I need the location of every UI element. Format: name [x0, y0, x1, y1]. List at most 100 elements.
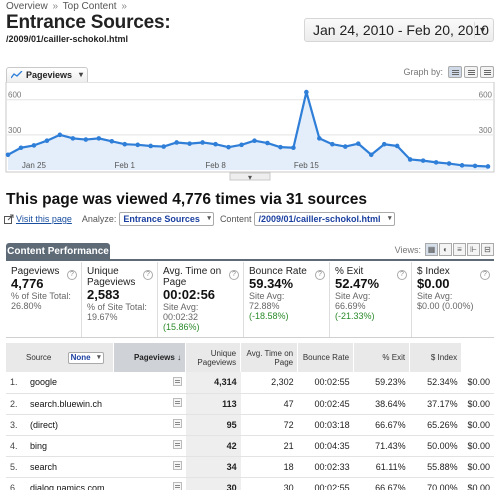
metric-index: $ Index $0.00 Site Avg: $0.00 (0.00%) ? [412, 262, 494, 337]
row-options-icon[interactable] [113, 372, 186, 394]
column-exit[interactable]: % Exit [353, 343, 411, 372]
graph-metric-selector[interactable]: Pageviews ▾ [6, 67, 88, 82]
row-source-link[interactable]: google [26, 372, 114, 394]
table-row[interactable]: 6. dialog.namics.com 30 30 00:02:55 66.67% 70.… [6, 477, 494, 490]
chevron-down-icon[interactable]: ▾ [79, 70, 83, 79]
help-icon[interactable]: ? [480, 270, 490, 280]
date-range-label: Jan 24, 2010 - Feb 20, 2010 [313, 22, 489, 38]
metric-bounce-rate: Bounce Rate 59.34% Site Avg: 72.88% (-18… [244, 262, 330, 337]
tab-content-performance[interactable]: Content Performance [6, 243, 110, 260]
help-icon[interactable]: ? [315, 270, 325, 280]
report-toolbar: Visit this page Analyze: Entrance Source… [4, 211, 496, 227]
metric-unique-pageviews: Unique Pageviews 2,583 % of Site Total: … [82, 262, 158, 337]
column-pageviews[interactable]: Pageviews ↓ [113, 343, 187, 372]
row-options-icon[interactable] [172, 398, 182, 407]
y-tick-label: 300 [479, 126, 493, 135]
graph-by-day-button[interactable] [448, 66, 462, 78]
row-pageviews: 4,314 [185, 372, 241, 394]
row-source-link[interactable]: (direct) [26, 414, 114, 436]
y-tick-label: 300 [8, 126, 22, 135]
sort-arrow-icon: ↓ [177, 353, 182, 362]
row-options-icon[interactable] [113, 393, 186, 415]
metric-exit: % Exit 52.47% Site Avg: 66.69% (-21.33%)… [330, 262, 412, 337]
table-row[interactable]: 3. (direct) 95 72 00:03:18 66.67% 65.26% $0.00 [6, 414, 494, 436]
content-select[interactable]: /2009/01/cailler-schokol.html ▾ [254, 212, 395, 226]
row-source-link[interactable]: search.bluewin.ch [26, 393, 114, 415]
help-icon[interactable]: ? [229, 270, 239, 280]
comparison-view-icon[interactable]: ⊩ [467, 243, 480, 256]
data-point [5, 152, 11, 158]
visit-page-link[interactable]: Visit this page [16, 214, 72, 224]
pivot-view-icon[interactable]: ⊟ [481, 243, 494, 256]
row-options-icon[interactable] [172, 461, 182, 470]
date-range-picker[interactable]: Jan 24, 2010 - Feb 20, 2010 ▾ [304, 18, 494, 42]
row-source-link[interactable]: search [26, 456, 114, 478]
breadcrumb-top-content-link[interactable]: Top Content [63, 1, 117, 12]
metric-summary: Pageviews 4,776 % of Site Total: 26.80% … [6, 262, 494, 338]
row-options-icon[interactable] [172, 482, 182, 490]
row-options-icon[interactable] [172, 440, 182, 449]
data-point [174, 140, 179, 145]
row-avg-time: 00:02:45 [297, 393, 354, 415]
row-options-icon[interactable] [172, 419, 182, 428]
views-label: Views: [394, 244, 421, 255]
row-number: 6. [6, 477, 26, 490]
data-point [291, 145, 296, 151]
help-icon[interactable]: ? [67, 270, 77, 280]
row-options-icon[interactable] [172, 376, 182, 386]
chevron-down-icon[interactable]: ▾ [474, 22, 490, 38]
table-row[interactable]: 4. bing 42 21 00:04:35 71.43% 50.00% $0.00 [6, 435, 494, 457]
column-source[interactable]: Source None ▾ [6, 343, 115, 372]
metric-sub: 19.67% [87, 312, 118, 322]
row-options-icon[interactable] [113, 456, 186, 478]
data-point [96, 136, 102, 141]
row-exit: 50.00% [409, 435, 462, 457]
row-options-icon[interactable] [113, 477, 186, 490]
secondary-dimension-select[interactable]: None ▾ [67, 351, 104, 364]
row-options-icon[interactable] [113, 435, 186, 457]
metric-sub: Site Avg: [335, 291, 371, 301]
graph-by-month-button[interactable] [480, 66, 494, 78]
help-icon[interactable]: ? [397, 270, 407, 280]
performance-view-icon[interactable]: ≡ [453, 243, 466, 256]
chevron-down-icon: ▾ [207, 215, 211, 222]
row-index: $0.00 [461, 477, 494, 490]
data-point [109, 139, 115, 144]
row-pageviews: 30 [185, 477, 241, 490]
row-options-icon[interactable] [113, 414, 186, 436]
table-row[interactable]: 1. google 4,314 2,302 00:02:55 59.23% 52.34% $0… [6, 372, 494, 394]
data-point [368, 152, 374, 158]
analyze-select[interactable]: Entrance Sources ▾ [119, 212, 214, 226]
column-bounce-rate[interactable]: Bounce Rate [297, 343, 355, 372]
data-point [187, 141, 192, 146]
table-view-icon[interactable]: ▦ [425, 243, 438, 256]
analyze-select-value: Entrance Sources [123, 214, 200, 224]
external-link-icon[interactable] [4, 214, 14, 224]
graph-by-week-button[interactable] [464, 66, 478, 78]
metric-sub: 26.80% [11, 301, 42, 311]
row-source-link[interactable]: dialog.namics.com [26, 477, 114, 490]
help-icon[interactable]: ? [143, 270, 153, 280]
summary-headline: This page was viewed 4,776 times via 31 … [6, 191, 367, 208]
breadcrumb-overview-link[interactable]: Overview [6, 1, 48, 12]
metric-value: 4,776 [11, 276, 44, 291]
breadcrumb-separator: » [52, 1, 59, 12]
metric-sub: % of Site Total: [87, 302, 147, 312]
column-unique-pageviews[interactable]: Unique Pageviews [185, 343, 242, 372]
table-row[interactable]: 5. search 34 18 00:02:33 61.11% 55.88% $0.00 [6, 456, 494, 478]
sources-table: Source None ▾ Pageviews ↓ Unique Pagevie… [6, 343, 494, 490]
metric-value: 59.34% [249, 276, 294, 291]
data-point [459, 163, 465, 168]
row-index: $0.00 [461, 393, 494, 415]
row-number: 3. [6, 414, 26, 436]
pie-view-icon[interactable]: ◐ [439, 243, 452, 256]
data-point [485, 164, 491, 169]
graph-by-controls: Graph by: [403, 66, 494, 78]
data-point [239, 142, 244, 148]
table-row[interactable]: 2. search.bluewin.ch 113 47 00:02:45 38.64% 37… [6, 393, 494, 415]
column-avg-time[interactable]: Avg. Time on Page [240, 343, 299, 372]
row-avg-time: 00:02:55 [297, 477, 354, 490]
row-number: 1. [6, 372, 26, 394]
column-index[interactable]: $ Index [409, 343, 463, 372]
row-source-link[interactable]: bing [26, 435, 114, 457]
